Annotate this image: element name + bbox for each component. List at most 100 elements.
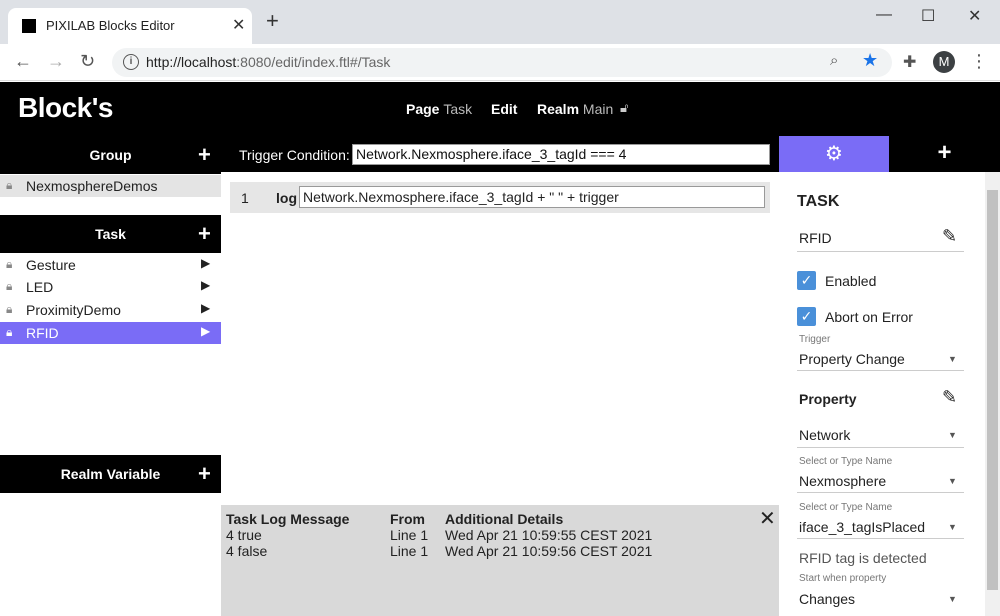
add-block-button[interactable]: + xyxy=(889,136,1000,172)
task-name-field[interactable]: RFID xyxy=(799,230,832,246)
trigger-select[interactable]: Property Change xyxy=(799,351,905,367)
group-header: Group + xyxy=(0,136,221,174)
divider xyxy=(797,538,964,539)
add-task-button[interactable]: + xyxy=(198,221,211,247)
task-item-label: LED xyxy=(26,279,54,295)
task-item-gesture[interactable]: 🔒︎ Gesture ▶ xyxy=(0,254,221,276)
avatar[interactable]: M xyxy=(933,51,955,73)
realm-variable-label: Realm Variable xyxy=(60,466,161,482)
favicon-icon xyxy=(22,19,36,33)
group-item[interactable]: 🔒︎ NexmosphereDemos xyxy=(0,175,221,197)
browser-toolbar: ← → ↻ i http://localhost:8080/edit/index… xyxy=(0,44,1000,81)
nav-realm-sub: Main xyxy=(582,101,614,117)
log-header-message: Task Log Message xyxy=(226,511,350,527)
log-header-from: From xyxy=(390,511,425,527)
reload-icon[interactable]: ↻ xyxy=(80,51,95,72)
edit-name-pencil-icon[interactable]: ✎ xyxy=(942,226,957,247)
back-icon[interactable]: ← xyxy=(14,51,32,72)
settings-gear-button[interactable]: ⚙ xyxy=(779,136,889,172)
select-caption: Select or Type Name xyxy=(799,456,893,467)
add-group-button[interactable]: + xyxy=(198,142,211,168)
close-window-icon[interactable]: ✕ xyxy=(968,6,981,26)
realm-variable-header: Realm Variable + xyxy=(0,455,221,493)
task-log-panel: Task Log Message From Additional Details… xyxy=(221,505,779,616)
lock-icon: 🔒︎ xyxy=(6,325,13,339)
edit-property-pencil-icon[interactable]: ✎ xyxy=(942,387,957,408)
task-item-rfid[interactable]: 🔒︎ RFID ▶ xyxy=(0,322,221,344)
group-label: Group xyxy=(89,147,132,163)
url-text: http://localhost:8080/edit/index.ftl#/Ta… xyxy=(146,54,390,70)
task-header: Task + xyxy=(0,215,221,253)
url-path: :8080/edit/index.ftl#/Task xyxy=(236,54,391,70)
maximize-icon[interactable]: ☐ xyxy=(921,6,935,26)
realm-lock-icon[interactable]: 🔓︎ xyxy=(620,100,628,116)
tab-title: PIXILAB Blocks Editor xyxy=(46,18,175,33)
trigger-condition-input[interactable]: Network.Nexmosphere.iface_3_tagId === 4 xyxy=(352,144,770,165)
blocks-logo: Block's xyxy=(18,92,113,123)
nav-page-label: Page xyxy=(406,101,440,117)
log-row-message: 4 true xyxy=(226,527,262,543)
lock-icon: 🔒︎ xyxy=(6,302,13,316)
start-when-select[interactable]: Changes xyxy=(799,591,855,607)
gear-icon: ⚙ xyxy=(825,143,843,165)
line-number: 1 xyxy=(241,190,249,206)
chevron-down-icon[interactable]: ▼ xyxy=(948,594,957,604)
task-item-proximitydemo[interactable]: 🔒︎ ProximityDemo ▶ xyxy=(0,299,221,321)
extensions-icon[interactable]: ✚ xyxy=(903,52,916,72)
nav-realm[interactable]: Realm Main xyxy=(537,101,613,117)
menu-kebab-icon[interactable]: ⋮ xyxy=(970,51,988,72)
play-icon[interactable]: ▶ xyxy=(201,256,210,270)
divider xyxy=(797,447,964,448)
nav-edit[interactable]: Edit xyxy=(491,101,517,117)
task-item-label: Gesture xyxy=(26,257,76,273)
chevron-down-icon[interactable]: ▼ xyxy=(948,430,957,440)
enabled-checkbox[interactable]: ✓ xyxy=(797,271,816,290)
nav-page-sub: Task xyxy=(443,101,473,117)
command-argument-input[interactable]: Network.Nexmosphere.iface_3_tagId + " " … xyxy=(299,186,765,208)
zoom-icon[interactable]: ⌕ xyxy=(830,52,838,69)
browser-tab[interactable]: PIXILAB Blocks Editor ✕ xyxy=(8,8,252,44)
nav-page[interactable]: Page Task xyxy=(406,101,472,117)
divider xyxy=(797,492,964,493)
abort-on-error-checkbox[interactable]: ✓ xyxy=(797,307,816,326)
minimize-icon[interactable]: — xyxy=(876,6,892,24)
play-icon[interactable]: ▶ xyxy=(201,278,210,292)
task-label: Task xyxy=(95,226,126,242)
app-header: Block's Page Task Edit Realm Main 🔓︎ xyxy=(0,82,1000,136)
chevron-down-icon[interactable]: ▼ xyxy=(948,354,957,364)
command-row[interactable]: 1 log Network.Nexmosphere.iface_3_tagId … xyxy=(230,182,770,213)
close-tab-icon[interactable]: ✕ xyxy=(232,15,245,35)
log-row-details: Wed Apr 21 10:59:55 CEST 2021 xyxy=(445,527,653,543)
task-editor: 1 log Network.Nexmosphere.iface_3_tagId … xyxy=(221,172,779,505)
new-tab-button[interactable]: + xyxy=(266,10,279,32)
property-title: Property xyxy=(799,391,857,407)
log-row-from: Line 1 xyxy=(390,527,429,543)
task-item-led[interactable]: 🔒︎ LED ▶ xyxy=(0,276,221,298)
bookmark-star-icon[interactable]: ★ xyxy=(862,50,878,71)
task-item-label: RFID xyxy=(26,325,59,341)
log-row-message: 4 false xyxy=(226,543,268,559)
inspector-scrollbar-thumb[interactable] xyxy=(987,190,998,590)
close-log-icon[interactable]: ✕ xyxy=(759,506,776,531)
forward-icon[interactable]: → xyxy=(47,51,65,72)
url-host: http://localhost xyxy=(146,54,237,70)
property-select-2[interactable]: iface_3_tagIsPlaced xyxy=(799,519,925,535)
lock-icon: 🔒︎ xyxy=(6,279,13,293)
abort-on-error-label: Abort on Error xyxy=(825,309,913,325)
log-row-from: Line 1 xyxy=(390,543,429,559)
info-icon[interactable]: i xyxy=(123,54,139,70)
play-icon[interactable]: ▶ xyxy=(201,324,210,338)
lock-icon: 🔒︎ xyxy=(6,178,13,192)
address-bar[interactable]: i http://localhost:8080/edit/index.ftl#/… xyxy=(112,48,892,77)
divider xyxy=(797,370,964,371)
enabled-label: Enabled xyxy=(825,273,877,289)
group-item-label: NexmosphereDemos xyxy=(26,178,158,194)
property-root-select[interactable]: Network xyxy=(799,427,850,443)
log-header-details: Additional Details xyxy=(445,511,564,527)
add-realm-variable-button[interactable]: + xyxy=(198,461,211,487)
property-select-1[interactable]: Nexmosphere xyxy=(799,473,886,489)
play-icon[interactable]: ▶ xyxy=(201,301,210,315)
log-row-details: Wed Apr 21 10:59:56 CEST 2021 xyxy=(445,543,653,559)
chevron-down-icon[interactable]: ▼ xyxy=(948,522,957,532)
chevron-down-icon[interactable]: ▼ xyxy=(948,476,957,486)
